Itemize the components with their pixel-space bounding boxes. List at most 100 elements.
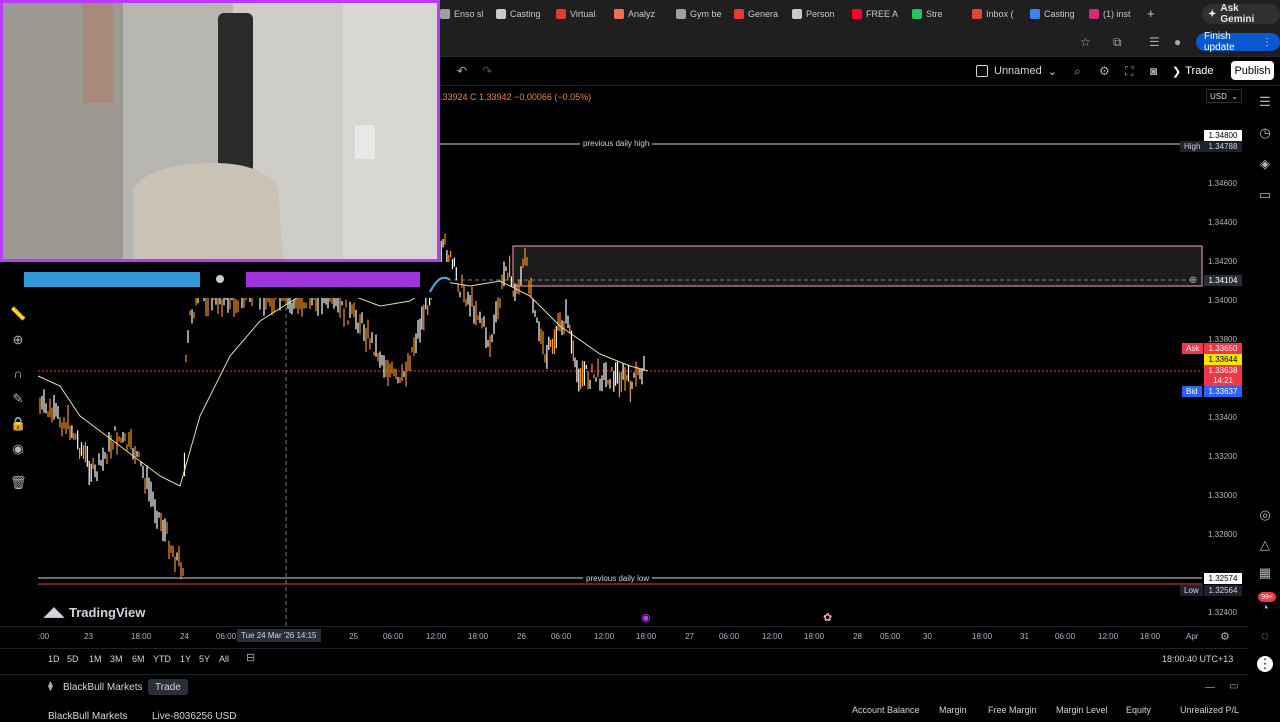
range-1d[interactable]: 1D: [48, 654, 60, 664]
range-all[interactable]: All: [219, 654, 229, 664]
bookmark-star-icon[interactable]: ☆: [1080, 36, 1091, 48]
trade-tab[interactable]: Trade: [148, 679, 188, 695]
trade-button[interactable]: ❯ Trade: [1172, 62, 1214, 80]
magnet-icon[interactable]: ∩: [10, 366, 26, 382]
price-tick: 1.34400: [1208, 218, 1237, 227]
time-tick: 05:00: [880, 632, 901, 641]
stream-overlay-bar: [0, 262, 451, 298]
target-icon[interactable]: ◎: [1257, 507, 1273, 523]
browser-tab[interactable]: Stre: [912, 4, 964, 24]
range-6m[interactable]: 6M: [132, 654, 145, 664]
layers-icon[interactable]: ◈: [1257, 156, 1273, 172]
publish-button[interactable]: Publish: [1231, 61, 1274, 80]
apps-grid-icon[interactable]: ⋮: [1257, 656, 1273, 672]
undo-icon[interactable]: ↶: [457, 65, 467, 77]
broker-name[interactable]: BlackBull Markets: [63, 682, 142, 693]
alerts-clock-icon[interactable]: ◷: [1257, 125, 1273, 141]
range-5y[interactable]: 5Y: [199, 654, 210, 664]
account-name[interactable]: BlackBull Markets: [48, 711, 127, 722]
stream-icon: [912, 9, 922, 19]
low-top-label: 1.32574: [1204, 573, 1242, 584]
minimize-icon[interactable]: —: [1205, 682, 1215, 694]
low-tag: Low: [1180, 585, 1203, 596]
currency-selector[interactable]: USD ⌄: [1206, 89, 1242, 103]
price-tick: 1.34200: [1208, 257, 1237, 266]
date-range-icon[interactable]: ⊟: [246, 652, 255, 664]
pencil-icon[interactable]: ✎: [10, 391, 26, 407]
event-marker-icon[interactable]: ◉: [641, 612, 651, 624]
ask-gemini-button[interactable]: ✦ Ask Gemini: [1202, 3, 1280, 25]
col-unrealized-pl: Unrealized P/L: [1180, 705, 1240, 715]
triangle-icon[interactable]: △: [1257, 537, 1273, 553]
browser-tab[interactable]: (1) inst: [1089, 4, 1141, 24]
profile-avatar-icon[interactable]: ●: [1174, 36, 1181, 48]
browser-tab[interactable]: Virtual: [556, 4, 608, 24]
range-1m[interactable]: 1M: [89, 654, 102, 664]
layout-selector[interactable]: Unnamed ⌄: [976, 63, 1057, 79]
settings-gear-icon[interactable]: ⚙: [1220, 631, 1230, 643]
time-tick: 18:00: [972, 632, 993, 641]
account-id[interactable]: Live-8036256 USD: [152, 711, 237, 722]
tab-label: Stre: [926, 9, 943, 19]
settings-icon[interactable]: ⚙: [1099, 65, 1110, 77]
time-tick: 23: [84, 632, 93, 641]
browser-tab[interactable]: Analyz: [614, 4, 666, 24]
ask-tag: Ask: [1182, 343, 1204, 354]
calendar-icon[interactable]: ▦: [1257, 565, 1273, 581]
crosshair-price-label: 1.34104: [1204, 275, 1242, 286]
range-1y[interactable]: 1Y: [180, 654, 191, 664]
currency-label: USD: [1210, 91, 1227, 101]
time-tick: 06:00: [216, 632, 237, 641]
maximize-icon[interactable]: ▭: [1229, 681, 1238, 693]
extension-icon[interactable]: ⧉: [1113, 36, 1122, 48]
redo-icon[interactable]: ↷: [482, 65, 492, 77]
quick-search-icon[interactable]: ⌕: [1074, 65, 1081, 77]
youtube-icon: [852, 9, 862, 19]
time-tick: 18:00: [468, 632, 489, 641]
time-tick: 06:00: [719, 632, 740, 641]
casting-icon: [496, 9, 506, 19]
bell-icon[interactable]: ◔: [1257, 600, 1273, 616]
watchlist-icon[interactable]: ☰: [1257, 94, 1273, 110]
time-tick: 12:00: [594, 632, 615, 641]
range-3m[interactable]: 3M: [110, 654, 123, 664]
range-5d[interactable]: 5D: [67, 654, 79, 664]
help-icon[interactable]: ◌: [1257, 628, 1273, 644]
event-flag-icon[interactable]: ✿: [823, 612, 832, 624]
zoom-in-icon[interactable]: ⊕: [10, 332, 26, 348]
camera-icon[interactable]: ◙: [1150, 65, 1157, 77]
fullscreen-icon[interactable]: ⛶: [1125, 65, 1133, 77]
prev-high-text: previous daily high: [580, 139, 653, 148]
chat-icon[interactable]: ▭: [1257, 187, 1273, 203]
browser-tab[interactable]: Genera: [734, 4, 786, 24]
price-tick: 1.33200: [1208, 452, 1237, 461]
time-tick: Apr: [1186, 632, 1199, 641]
add-alert-icon[interactable]: ⊕: [1189, 275, 1197, 287]
browser-tab[interactable]: Casting: [496, 4, 548, 24]
finish-update-button[interactable]: Finish update ⋮: [1196, 31, 1280, 53]
time-tick: 06:00: [383, 632, 404, 641]
browser-tab[interactable]: Person: [792, 4, 844, 24]
trash-icon[interactable]: 🗑: [10, 475, 27, 491]
browser-tab[interactable]: FREE A: [852, 4, 904, 24]
utc-clock[interactable]: 18:00:40 UTC+13: [1162, 654, 1233, 664]
countdown-label: 14:21: [1204, 375, 1242, 386]
browser-tab[interactable]: Gym be: [676, 4, 728, 24]
gemini-sparkle-icon: ✦: [1208, 8, 1217, 20]
bid-tag: Bid: [1182, 386, 1202, 397]
browser-tab[interactable]: Enso sl: [440, 4, 492, 24]
tab-label: Enso sl: [454, 9, 484, 19]
layout-box-icon: [976, 65, 988, 77]
reading-list-icon[interactable]: ☰: [1149, 36, 1160, 48]
range-ytd[interactable]: YTD: [153, 654, 171, 664]
price-tick: 1.33000: [1208, 491, 1237, 500]
lock-icon[interactable]: 🔒: [10, 416, 26, 432]
eye-icon[interactable]: ◉: [10, 441, 26, 457]
browser-tab[interactable]: Casting: [1030, 4, 1082, 24]
tradingview-logo-icon: ◢◣: [44, 604, 64, 619]
new-tab-button[interactable]: +: [1147, 7, 1155, 20]
time-tick: 31: [1020, 632, 1029, 641]
browser-tab[interactable]: Inbox (: [972, 4, 1024, 24]
time-tick: 12:00: [1098, 632, 1119, 641]
ruler-icon[interactable]: 📏: [10, 306, 26, 322]
